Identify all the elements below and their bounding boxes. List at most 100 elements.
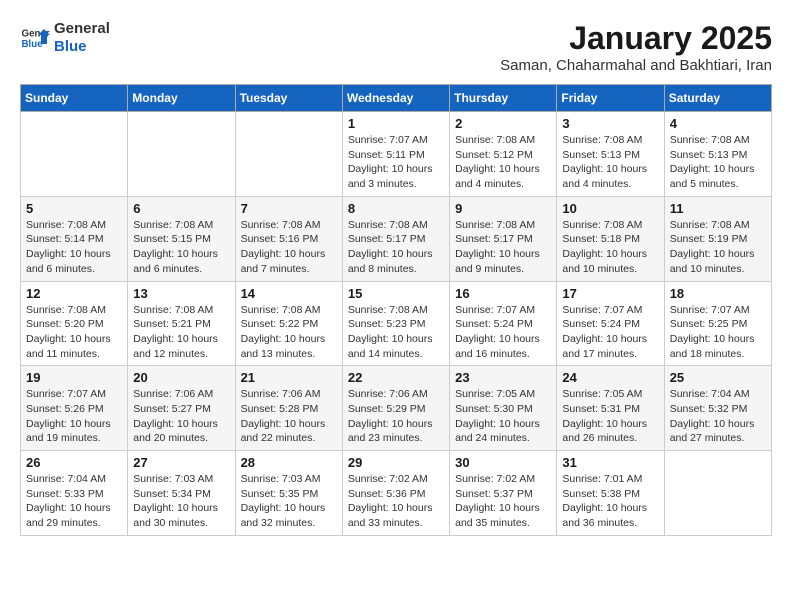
month-title: January 2025 <box>500 20 772 57</box>
day-header-saturday: Saturday <box>664 85 771 112</box>
day-info: Sunrise: 7:07 AMSunset: 5:24 PMDaylight:… <box>455 303 551 362</box>
day-info: Sunrise: 7:08 AMSunset: 5:21 PMDaylight:… <box>133 303 229 362</box>
day-info: Sunrise: 7:04 AMSunset: 5:33 PMDaylight:… <box>26 472 122 531</box>
calendar-cell: 31 Sunrise: 7:01 AMSunset: 5:38 PMDayligh… <box>557 451 664 536</box>
day-headers-row: SundayMondayTuesdayWednesdayThursdayFrid… <box>21 85 772 112</box>
day-info: Sunrise: 7:08 AMSunset: 5:23 PMDaylight:… <box>348 303 444 362</box>
calendar-week-row: 5 Sunrise: 7:08 AMSunset: 5:14 PMDaylight… <box>21 196 772 281</box>
calendar-cell: 24 Sunrise: 7:05 AMSunset: 5:31 PMDayligh… <box>557 366 664 451</box>
calendar-cell: 9 Sunrise: 7:08 AMSunset: 5:17 PMDaylight… <box>450 196 557 281</box>
calendar-cell: 18Sunrise: 7:07 AMSunset: 5:25 PMDayligh… <box>664 281 771 366</box>
calendar-cell: 28 Sunrise: 7:03 AMSunset: 5:35 PMDayligh… <box>235 451 342 536</box>
day-number: 27 <box>133 455 229 470</box>
day-info: Sunrise: 7:07 AMSunset: 5:24 PMDaylight:… <box>562 303 658 362</box>
day-number: 21 <box>241 370 337 385</box>
day-number: 14 <box>241 286 337 301</box>
day-info: Sunrise: 7:02 AMSunset: 5:36 PMDaylight:… <box>348 472 444 531</box>
logo: General Blue General Blue <box>20 20 110 56</box>
day-number: 2 <box>455 116 551 131</box>
calendar-cell: 30 Sunrise: 7:02 AMSunset: 5:37 PMDayligh… <box>450 451 557 536</box>
day-number: 7 <box>241 201 337 216</box>
calendar-cell: 20 Sunrise: 7:06 AMSunset: 5:27 PMDayligh… <box>128 366 235 451</box>
calendar-cell: 12 Sunrise: 7:08 AMSunset: 5:20 PMDayligh… <box>21 281 128 366</box>
day-number: 12 <box>26 286 122 301</box>
day-info: Sunrise: 7:08 AMSunset: 5:15 PMDaylight:… <box>133 218 229 277</box>
day-info: Sunrise: 7:06 AMSunset: 5:27 PMDaylight:… <box>133 387 229 446</box>
day-info: Sunrise: 7:08 AMSunset: 5:14 PMDaylight:… <box>26 218 122 277</box>
day-info: Sunrise: 7:03 AMSunset: 5:35 PMDaylight:… <box>241 472 337 531</box>
day-info: Sunrise: 7:03 AMSunset: 5:34 PMDaylight:… <box>133 472 229 531</box>
day-number: 31 <box>562 455 658 470</box>
day-number: 20 <box>133 370 229 385</box>
calendar-cell <box>235 112 342 197</box>
calendar-cell: 27 Sunrise: 7:03 AMSunset: 5:34 PMDayligh… <box>128 451 235 536</box>
day-header-friday: Friday <box>557 85 664 112</box>
calendar-cell: 29Sunrise: 7:02 AMSunset: 5:36 PMDayligh… <box>342 451 449 536</box>
calendar-table: SundayMondayTuesdayWednesdayThursdayFrid… <box>20 84 772 536</box>
day-number: 17 <box>562 286 658 301</box>
day-header-tuesday: Tuesday <box>235 85 342 112</box>
day-info: Sunrise: 7:05 AMSunset: 5:31 PMDaylight:… <box>562 387 658 446</box>
day-info: Sunrise: 7:08 AMSunset: 5:19 PMDaylight:… <box>670 218 766 277</box>
calendar-cell: 13 Sunrise: 7:08 AMSunset: 5:21 PMDayligh… <box>128 281 235 366</box>
day-info: Sunrise: 7:08 AMSunset: 5:17 PMDaylight:… <box>455 218 551 277</box>
day-info: Sunrise: 7:01 AMSunset: 5:38 PMDaylight:… <box>562 472 658 531</box>
day-number: 1 <box>348 116 444 131</box>
day-info: Sunrise: 7:08 AMSunset: 5:20 PMDaylight:… <box>26 303 122 362</box>
day-header-wednesday: Wednesday <box>342 85 449 112</box>
logo-text-general: General <box>54 20 110 38</box>
day-header-thursday: Thursday <box>450 85 557 112</box>
day-header-monday: Monday <box>128 85 235 112</box>
calendar-cell: 19 Sunrise: 7:07 AMSunset: 5:26 PMDayligh… <box>21 366 128 451</box>
logo-icon: General Blue <box>20 23 50 53</box>
day-info: Sunrise: 7:07 AMSunset: 5:26 PMDaylight:… <box>26 387 122 446</box>
day-info: Sunrise: 7:08 AMSunset: 5:17 PMDaylight:… <box>348 218 444 277</box>
day-info: Sunrise: 7:06 AMSunset: 5:29 PMDaylight:… <box>348 387 444 446</box>
calendar-cell <box>21 112 128 197</box>
calendar-cell: 16Sunrise: 7:07 AMSunset: 5:24 PMDayligh… <box>450 281 557 366</box>
day-info: Sunrise: 7:08 AMSunset: 5:18 PMDaylight:… <box>562 218 658 277</box>
calendar-week-row: 1 Sunrise: 7:07 AMSunset: 5:11 PMDaylight… <box>21 112 772 197</box>
day-number: 13 <box>133 286 229 301</box>
calendar-cell: 6 Sunrise: 7:08 AMSunset: 5:15 PMDaylight… <box>128 196 235 281</box>
calendar-cell: 17 Sunrise: 7:07 AMSunset: 5:24 PMDayligh… <box>557 281 664 366</box>
day-number: 9 <box>455 201 551 216</box>
calendar-week-row: 12 Sunrise: 7:08 AMSunset: 5:20 PMDayligh… <box>21 281 772 366</box>
day-number: 6 <box>133 201 229 216</box>
day-number: 19 <box>26 370 122 385</box>
day-number: 4 <box>670 116 766 131</box>
calendar-cell: 8 Sunrise: 7:08 AMSunset: 5:17 PMDaylight… <box>342 196 449 281</box>
day-info: Sunrise: 7:02 AMSunset: 5:37 PMDaylight:… <box>455 472 551 531</box>
calendar-cell: 4 Sunrise: 7:08 AMSunset: 5:13 PMDaylight… <box>664 112 771 197</box>
day-info: Sunrise: 7:05 AMSunset: 5:30 PMDaylight:… <box>455 387 551 446</box>
calendar-cell: 1 Sunrise: 7:07 AMSunset: 5:11 PMDaylight… <box>342 112 449 197</box>
day-info: Sunrise: 7:08 AMSunset: 5:12 PMDaylight:… <box>455 133 551 192</box>
calendar-cell: 5 Sunrise: 7:08 AMSunset: 5:14 PMDaylight… <box>21 196 128 281</box>
calendar-cell: 11Sunrise: 7:08 AMSunset: 5:19 PMDayligh… <box>664 196 771 281</box>
calendar-cell: 21 Sunrise: 7:06 AMSunset: 5:28 PMDayligh… <box>235 366 342 451</box>
day-number: 3 <box>562 116 658 131</box>
day-number: 5 <box>26 201 122 216</box>
calendar-cell: 14Sunrise: 7:08 AMSunset: 5:22 PMDayligh… <box>235 281 342 366</box>
day-info: Sunrise: 7:06 AMSunset: 5:28 PMDaylight:… <box>241 387 337 446</box>
day-info: Sunrise: 7:07 AMSunset: 5:25 PMDaylight:… <box>670 303 766 362</box>
header: General Blue General Blue January 2025 S… <box>20 20 772 74</box>
calendar-cell: 23 Sunrise: 7:05 AMSunset: 5:30 PMDayligh… <box>450 366 557 451</box>
day-info: Sunrise: 7:08 AMSunset: 5:13 PMDaylight:… <box>670 133 766 192</box>
day-number: 23 <box>455 370 551 385</box>
calendar-cell <box>664 451 771 536</box>
location-title: Saman, Chaharmahal and Bakhtiari, Iran <box>500 57 772 74</box>
day-number: 30 <box>455 455 551 470</box>
day-number: 10 <box>562 201 658 216</box>
day-number: 28 <box>241 455 337 470</box>
day-header-sunday: Sunday <box>21 85 128 112</box>
day-number: 24 <box>562 370 658 385</box>
day-number: 25 <box>670 370 766 385</box>
day-number: 15 <box>348 286 444 301</box>
calendar-cell: 2 Sunrise: 7:08 AMSunset: 5:12 PMDaylight… <box>450 112 557 197</box>
calendar-cell: 15 Sunrise: 7:08 AMSunset: 5:23 PMDayligh… <box>342 281 449 366</box>
day-info: Sunrise: 7:07 AMSunset: 5:11 PMDaylight:… <box>348 133 444 192</box>
svg-text:Blue: Blue <box>22 39 44 50</box>
day-number: 8 <box>348 201 444 216</box>
calendar-cell: 10 Sunrise: 7:08 AMSunset: 5:18 PMDayligh… <box>557 196 664 281</box>
